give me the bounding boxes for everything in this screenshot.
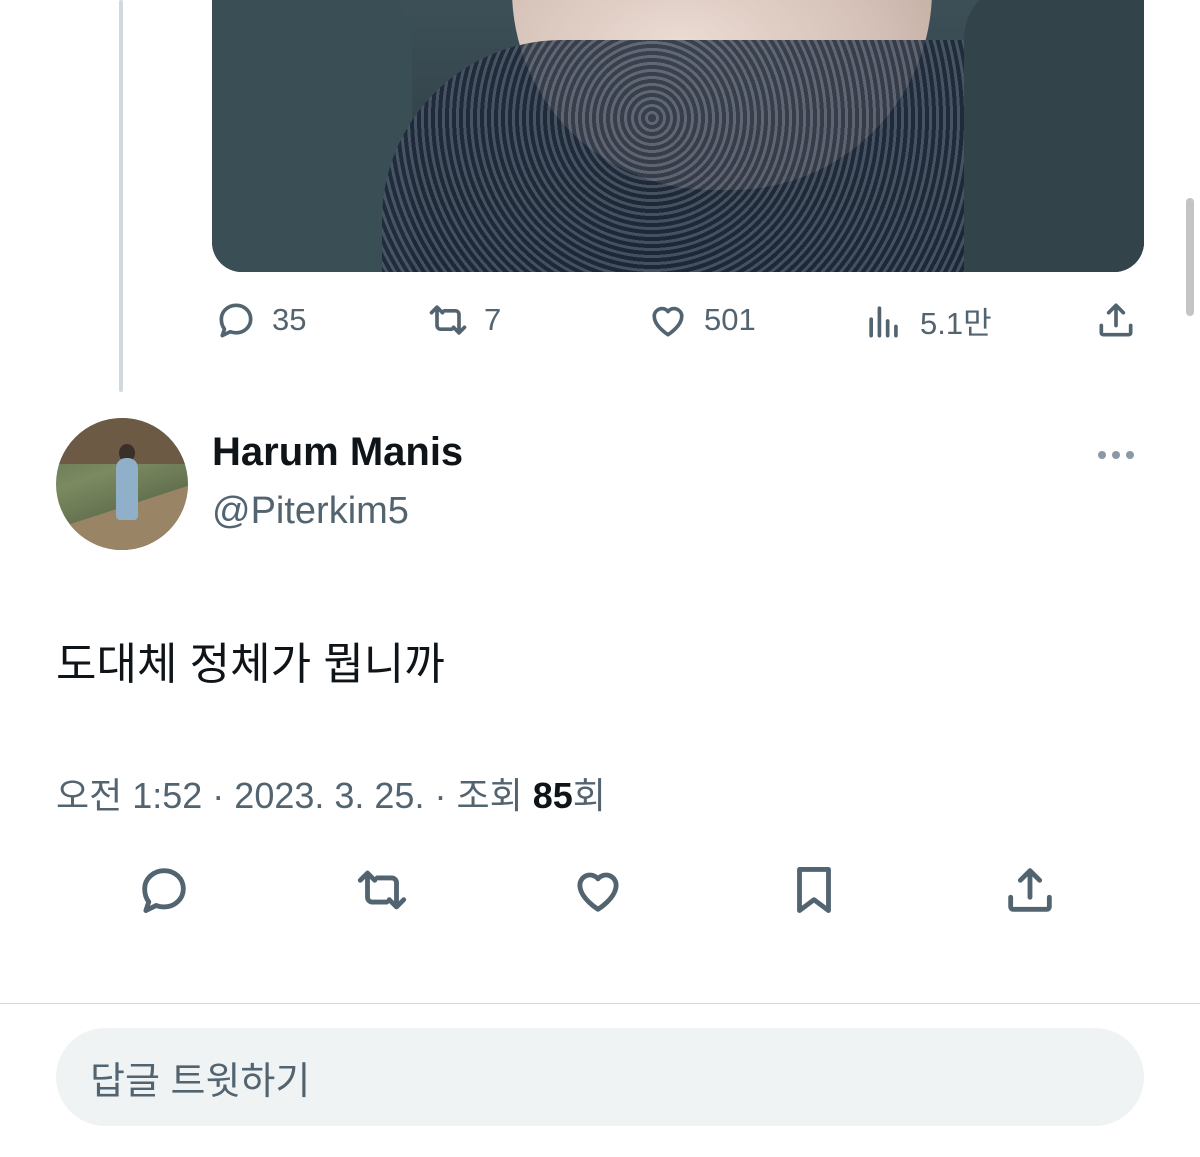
view-count-suffix: 회 xyxy=(572,775,606,816)
media-shape xyxy=(964,0,1144,272)
reply-icon xyxy=(142,868,186,913)
more-icon xyxy=(1112,451,1120,459)
share-icon xyxy=(1008,868,1052,912)
view-count: 85 xyxy=(532,775,573,816)
views-count-button[interactable]: 5.1만 xyxy=(862,298,992,343)
retweet-count: 7 xyxy=(484,302,502,337)
like-icon xyxy=(577,872,619,912)
tweet-text: 도대체 정체가 뭡니까 xyxy=(56,640,445,689)
more-icon xyxy=(1098,451,1106,459)
tweet-meta: 오전 1:52 · 2023. 3. 25. · 조회 85회 xyxy=(56,767,606,819)
author-handle[interactable]: @Piterkim5 xyxy=(212,490,409,533)
like-count-button[interactable]: 501 xyxy=(646,298,756,342)
avatar[interactable] xyxy=(56,418,188,550)
more-options-button[interactable] xyxy=(1098,440,1142,470)
author-name[interactable]: Harum Manis xyxy=(212,430,463,475)
retweet-icon xyxy=(429,305,467,335)
reply-button[interactable] xyxy=(132,858,196,922)
more-icon xyxy=(1126,451,1134,459)
like-count: 501 xyxy=(704,302,756,337)
reply-icon xyxy=(219,303,253,338)
tweet-actions xyxy=(0,858,1200,922)
reply-compose-input[interactable]: 답글 트윗하기 xyxy=(56,1028,1144,1126)
reply-count-button[interactable]: 35 xyxy=(214,298,306,342)
share-button[interactable] xyxy=(998,858,1062,922)
reply-placeholder: 답글 트윗하기 xyxy=(90,1060,311,1103)
timestamp-date[interactable]: 오전 1:52 · 2023. 3. 25. · 조회 xyxy=(56,775,533,816)
tweet-media-image[interactable] xyxy=(212,0,1144,272)
bookmark-icon xyxy=(797,867,831,913)
retweet-icon xyxy=(357,870,407,910)
views-count: 5.1만 xyxy=(920,306,992,341)
share-button[interactable] xyxy=(1094,298,1138,342)
divider xyxy=(0,1003,1200,1004)
share-icon xyxy=(1099,303,1133,337)
views-icon xyxy=(869,305,898,337)
reply-count: 35 xyxy=(272,302,307,337)
retweet-count-button[interactable]: 7 xyxy=(426,298,501,342)
like-button[interactable] xyxy=(566,858,630,922)
like-icon xyxy=(652,306,684,337)
scrollbar[interactable] xyxy=(1186,198,1194,316)
parent-tweet-stats: 35 7 501 5.1만 xyxy=(0,298,1200,348)
retweet-button[interactable] xyxy=(350,858,414,922)
avatar-shape xyxy=(116,458,138,520)
bookmark-button[interactable] xyxy=(782,858,846,922)
